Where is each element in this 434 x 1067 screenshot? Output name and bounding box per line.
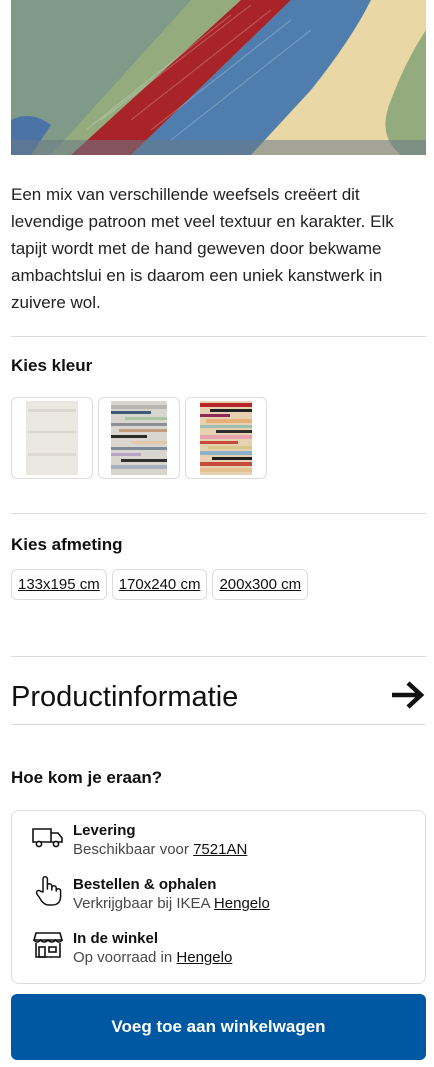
- size-option-133x195[interactable]: 133x195 cm: [11, 569, 107, 600]
- size-option-170x240[interactable]: 170x240 cm: [111, 569, 208, 600]
- divider: [11, 336, 426, 337]
- delivery-text: Beschikbaar voor: [73, 841, 189, 858]
- delivery-options-box: Levering Beschikbaar voor 7521AN Bestell…: [11, 810, 426, 984]
- delivery-option-levering: Levering Beschikbaar voor 7521AN: [32, 821, 247, 859]
- product-info-title: Productinformatie: [11, 680, 239, 713]
- size-option-200x300[interactable]: 200x300 cm: [212, 569, 309, 600]
- color-swatches: [11, 397, 267, 479]
- in-store-text: Op voorraad in: [73, 949, 173, 966]
- postcode-link[interactable]: 7521AN: [193, 841, 247, 858]
- delivery-option-click-collect: Bestellen & ophalen Verkrijgbaar bij IKE…: [32, 875, 270, 913]
- divider: [11, 724, 426, 725]
- color-option-multicolor-red[interactable]: [185, 397, 267, 479]
- add-to-cart-button[interactable]: Voeg toe aan winkelwagen: [11, 994, 426, 1060]
- color-option-multicolor-grey[interactable]: [98, 397, 180, 479]
- product-info-link[interactable]: Productinformatie: [11, 670, 426, 724]
- color-section-title: Kies kleur: [11, 356, 93, 375]
- hand-pointer-icon: [32, 875, 64, 907]
- color-option-light[interactable]: [11, 397, 93, 479]
- store-link[interactable]: Hengelo: [176, 949, 232, 966]
- store-icon: [32, 929, 64, 961]
- divider: [11, 656, 426, 657]
- store-link[interactable]: Hengelo: [214, 895, 270, 912]
- click-collect-text: Verkrijgbaar bij IKEA: [73, 895, 210, 912]
- delivery-option-in-store: In de winkel Op voorraad in Hengelo: [32, 929, 232, 967]
- size-options: 133x195 cm 170x240 cm 200x300 cm: [11, 569, 309, 600]
- arrow-right-icon: [390, 680, 426, 715]
- divider: [11, 513, 426, 514]
- product-description: Een mix van verschillende weefsels creëe…: [11, 185, 394, 312]
- size-section-title: Kies afmeting: [11, 535, 123, 554]
- click-collect-title: Bestellen & ophalen: [73, 876, 217, 893]
- product-image: [11, 0, 426, 155]
- in-store-title: In de winkel: [73, 930, 159, 947]
- truck-icon: [32, 821, 64, 853]
- delivery-title: Levering: [73, 822, 136, 839]
- delivery-section-title: Hoe kom je eraan?: [11, 768, 163, 787]
